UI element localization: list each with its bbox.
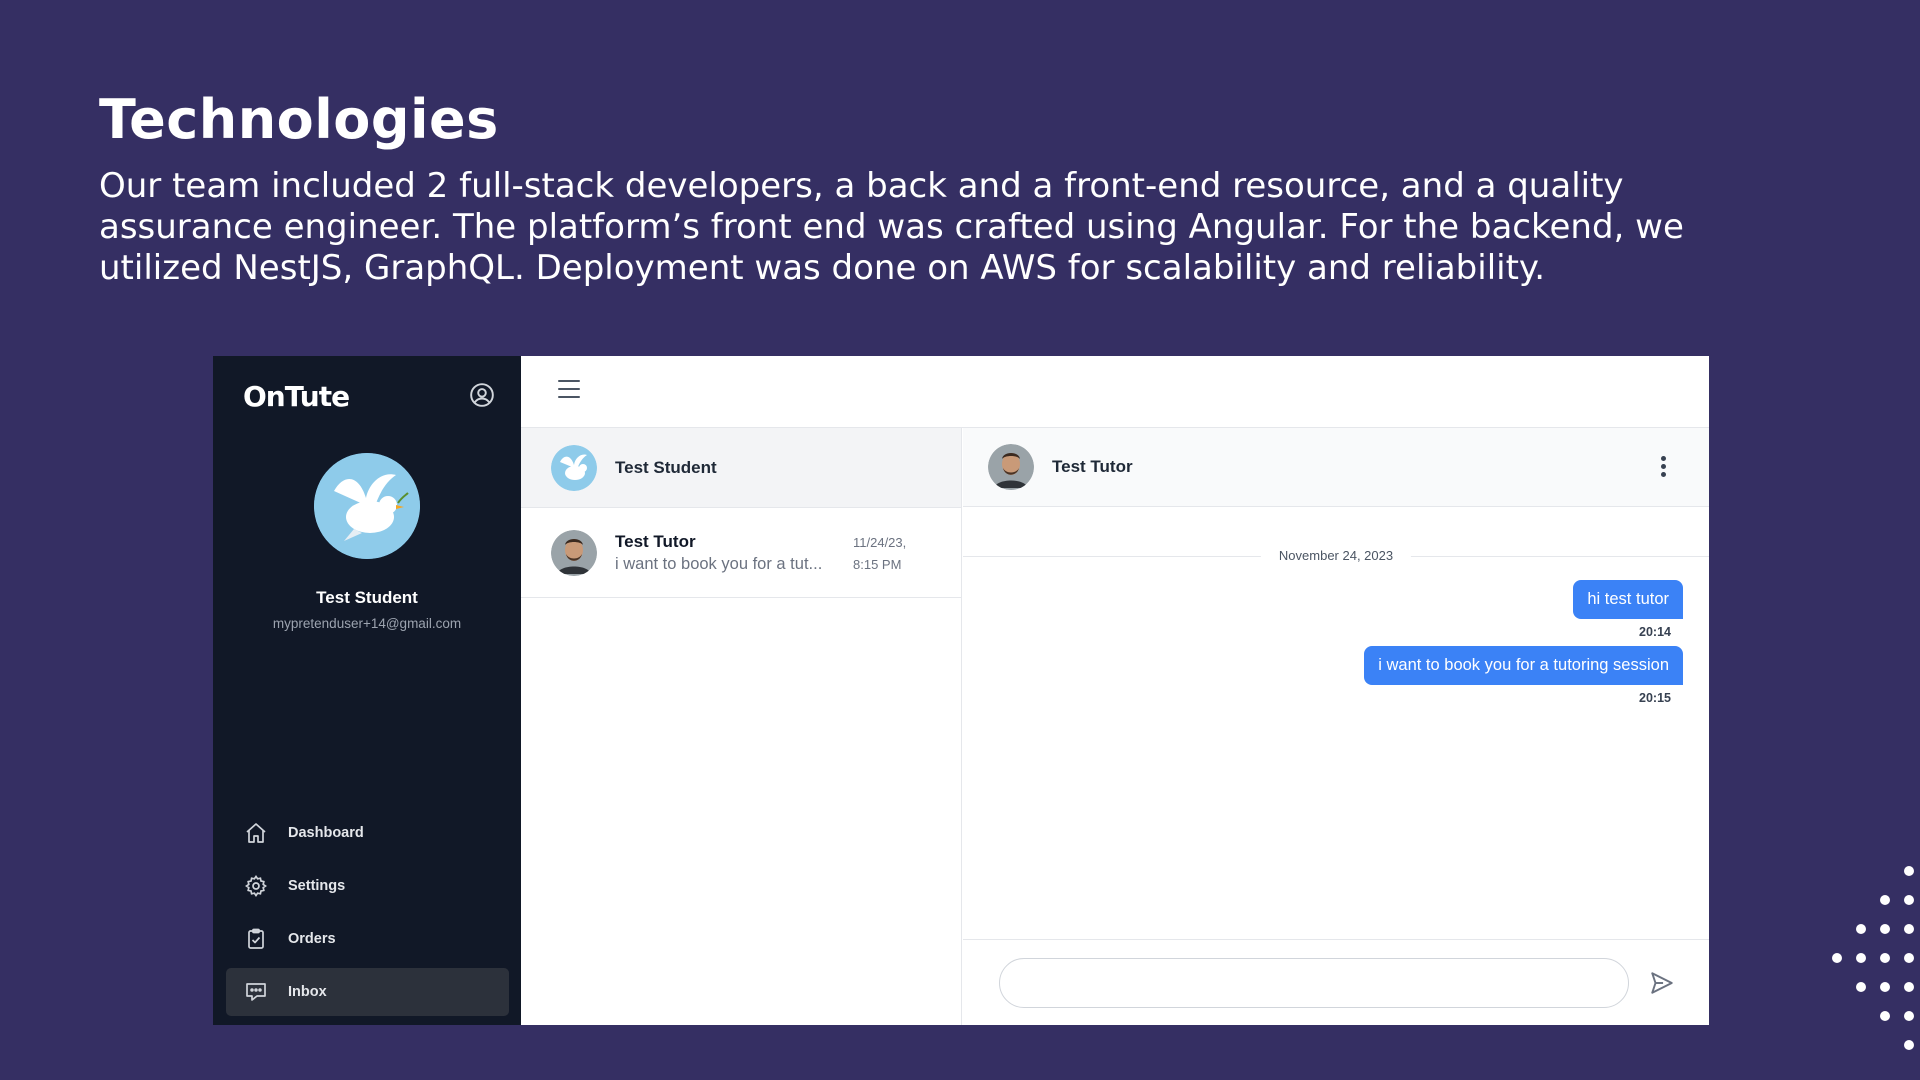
conversation-name: Test Tutor bbox=[615, 531, 696, 551]
conversation-date: 11/24/23, bbox=[853, 535, 907, 550]
send-icon[interactable] bbox=[1649, 970, 1675, 996]
current-user-name: Test Student bbox=[615, 457, 717, 477]
message-bubble: hi test tutor bbox=[1573, 580, 1683, 619]
decoration-dot bbox=[1904, 895, 1914, 905]
main-panel: Test Student Test Tutor i want to book y… bbox=[521, 356, 1709, 1025]
chat-contact-name: Test Tutor bbox=[1052, 457, 1133, 476]
decoration-dot bbox=[1856, 924, 1866, 934]
decoration-dot bbox=[1904, 866, 1914, 876]
decoration-dot bbox=[1904, 1011, 1914, 1021]
message-composer bbox=[963, 939, 1709, 1025]
conversation-list-header: Test Student bbox=[521, 428, 961, 508]
decoration-dot bbox=[1904, 953, 1914, 963]
sidebar-item-label: Orders bbox=[288, 931, 336, 947]
slide-title: Technologies bbox=[99, 88, 499, 151]
date-separator-label: November 24, 2023 bbox=[1260, 548, 1412, 563]
tutor-avatar-icon bbox=[551, 529, 597, 576]
decoration-dot bbox=[1880, 1011, 1890, 1021]
decoration-dot bbox=[1904, 1040, 1914, 1050]
app-logo[interactable]: OnTute bbox=[243, 380, 350, 413]
avatar bbox=[551, 529, 597, 576]
sidebar-item-dashboard[interactable]: Dashboard bbox=[226, 809, 509, 857]
conversation-item[interactable]: Test Tutor i want to book you for a tut.… bbox=[521, 508, 961, 598]
conversation-time: 8:15 PM bbox=[853, 557, 902, 572]
app-screenshot: OnTute Test Student mypretenduser+14@gma… bbox=[213, 356, 1709, 1025]
user-circle-icon[interactable] bbox=[469, 382, 495, 408]
slide-description: Our team included 2 full-stack developer… bbox=[99, 166, 1684, 288]
dove-icon bbox=[551, 444, 597, 491]
profile-name: Test Student bbox=[316, 588, 418, 607]
decoration-dot bbox=[1880, 982, 1890, 992]
sidebar: OnTute Test Student mypretenduser+14@gma… bbox=[213, 356, 521, 1025]
sidebar-item-label: Dashboard bbox=[288, 825, 364, 841]
sidebar-item-orders[interactable]: Orders bbox=[226, 915, 509, 963]
dove-icon bbox=[314, 453, 420, 559]
sidebar-nav: Dashboard Settings Orders Inbox bbox=[226, 809, 509, 1021]
decoration-dot bbox=[1856, 982, 1866, 992]
message-time: 20:15 bbox=[1639, 691, 1671, 705]
decoration-dot bbox=[1880, 953, 1890, 963]
profile-email: mypretenduser+14@gmail.com bbox=[272, 616, 462, 631]
chat-message: i want to book you for a tutoring sessio… bbox=[1364, 646, 1683, 705]
decoration-dot bbox=[1880, 924, 1890, 934]
decoration-dot bbox=[1880, 895, 1890, 905]
menu-icon[interactable] bbox=[558, 380, 580, 400]
conversation-list: Test Student Test Tutor i want to book y… bbox=[521, 428, 962, 1025]
dot-pattern-decoration bbox=[1830, 858, 1920, 1080]
tutor-avatar-icon bbox=[988, 444, 1034, 490]
message-input[interactable] bbox=[999, 958, 1629, 1008]
home-icon bbox=[246, 823, 266, 843]
clipboard-check-icon bbox=[248, 928, 264, 949]
message-time: 20:14 bbox=[1639, 625, 1671, 639]
decoration-dot bbox=[1904, 924, 1914, 934]
decoration-dot bbox=[1856, 953, 1866, 963]
gear-icon bbox=[245, 875, 267, 897]
avatar bbox=[988, 444, 1034, 490]
sidebar-item-inbox[interactable]: Inbox bbox=[226, 968, 509, 1016]
sidebar-item-label: Settings bbox=[288, 878, 346, 894]
chat-message: hi test tutor 20:14 bbox=[1573, 580, 1683, 639]
profile-avatar bbox=[314, 453, 420, 559]
chat-icon bbox=[246, 983, 266, 1001]
sidebar-item-settings[interactable]: Settings bbox=[226, 862, 509, 910]
more-options-icon[interactable] bbox=[1659, 456, 1667, 480]
sidebar-item-label: Inbox bbox=[288, 984, 327, 1000]
decoration-dot bbox=[1904, 982, 1914, 992]
conversation-timestamp: 11/24/23, 8:15 PM bbox=[853, 532, 943, 576]
message-bubble: i want to book you for a tutoring sessio… bbox=[1364, 646, 1683, 685]
chat-header: Test Tutor bbox=[963, 428, 1709, 507]
conversation-preview: i want to book you for a tut... bbox=[615, 554, 823, 573]
decoration-dot bbox=[1832, 953, 1842, 963]
top-bar bbox=[521, 356, 1709, 428]
chat-panel: Test Tutor November 24, 2023 hi test tut… bbox=[963, 428, 1709, 1025]
avatar bbox=[551, 444, 597, 491]
